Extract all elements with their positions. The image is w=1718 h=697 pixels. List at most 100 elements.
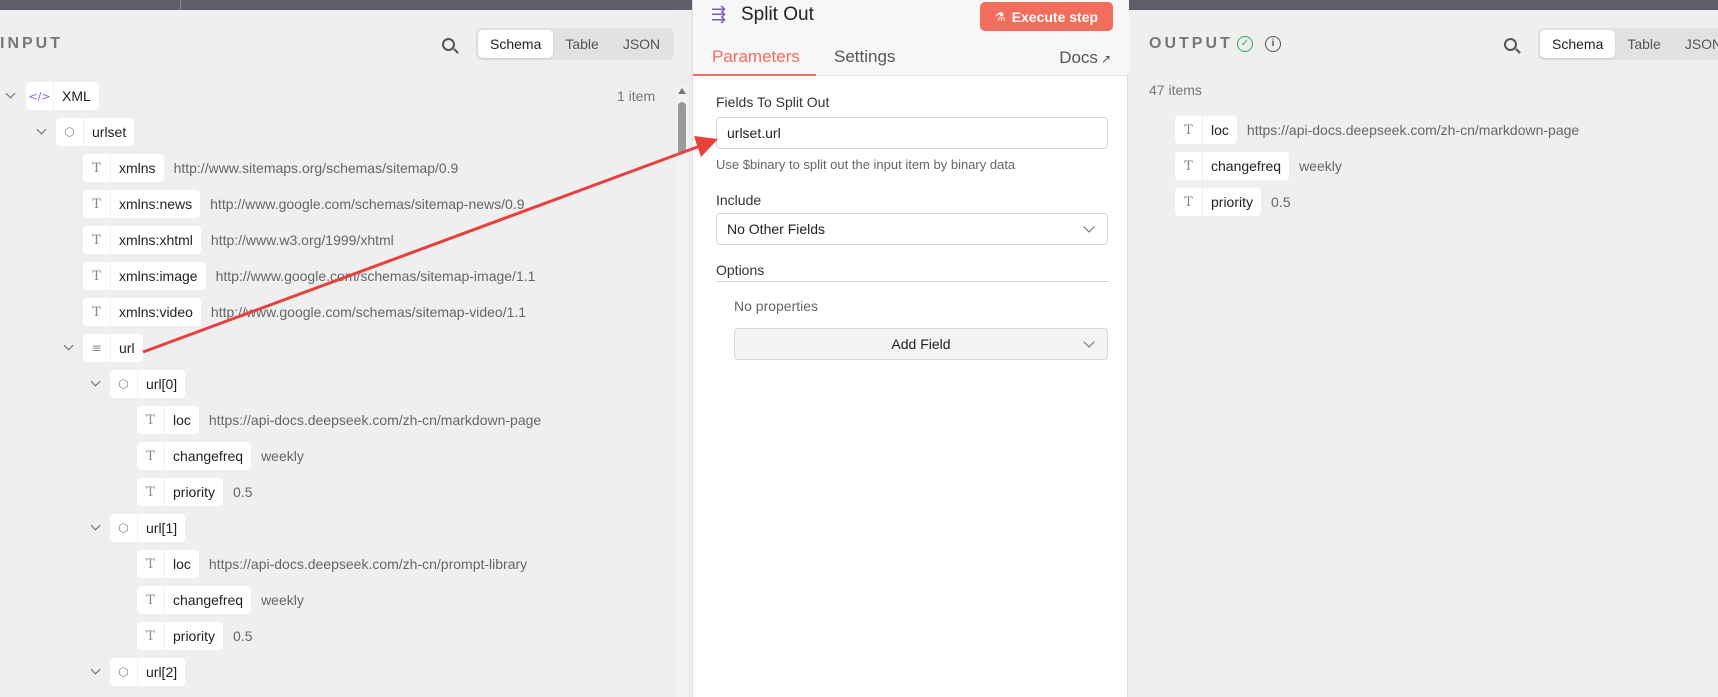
tree-field[interactable]: Tpriority 0.5 bbox=[137, 478, 252, 506]
tree-field[interactable]: Txmlns:news http://www.google.com/schema… bbox=[83, 190, 525, 218]
output-field[interactable]: Tchangefreq weekly bbox=[1175, 152, 1342, 180]
field-key: xmlns:video bbox=[119, 304, 193, 320]
field-value: http://www.sitemaps.org/schemas/sitemap/… bbox=[173, 160, 459, 176]
search-icon[interactable] bbox=[439, 35, 461, 57]
input-scrollbar[interactable] bbox=[676, 86, 688, 697]
text-type-icon: T bbox=[1175, 116, 1203, 144]
tree-field[interactable]: Txmlns http://www.sitemaps.org/schemas/s… bbox=[83, 154, 458, 182]
node-label: url[1] bbox=[146, 520, 178, 536]
text-type-icon: T bbox=[83, 298, 111, 326]
text-type-icon: T bbox=[83, 154, 111, 182]
output-title: OUTPUT bbox=[1149, 35, 1233, 52]
field-key: xmlns:news bbox=[119, 196, 193, 212]
tree-node-url-2[interactable]: ⬡ url[2] bbox=[110, 658, 186, 686]
top-bar-separator bbox=[180, 0, 181, 10]
info-icon[interactable]: i bbox=[1265, 36, 1281, 52]
output-item-count: 47 items bbox=[1149, 82, 1202, 98]
active-tab-indicator bbox=[693, 74, 816, 76]
fields-to-split-input[interactable]: urlset.url bbox=[716, 117, 1108, 149]
tab-schema[interactable]: Schema bbox=[478, 30, 554, 58]
text-type-icon: T bbox=[83, 262, 111, 290]
tab-schema[interactable]: Schema bbox=[1540, 30, 1616, 58]
text-type-icon: T bbox=[137, 478, 165, 506]
field-key: priority bbox=[173, 484, 216, 500]
tree-field[interactable]: Txmlns:image http://www.google.com/schem… bbox=[83, 262, 535, 290]
text-type-icon: T bbox=[137, 622, 165, 650]
input-title: INPUT bbox=[0, 35, 63, 52]
text-type-icon: T bbox=[137, 442, 165, 470]
tree-field[interactable]: Txmlns:xhtml http://www.w3.org/1999/xhtm… bbox=[83, 226, 394, 254]
tab-table[interactable]: Table bbox=[553, 30, 610, 58]
tab-settings[interactable]: Settings bbox=[834, 47, 895, 67]
tree-field[interactable]: Tpriority 0.5 bbox=[137, 622, 252, 650]
tree-node-xml[interactable]: </> XML bbox=[26, 82, 99, 110]
field-value: http://www.google.com/schemas/sitemap-vi… bbox=[210, 304, 527, 320]
tree-field[interactable]: Tloc https://api-docs.deepseek.com/zh-cn… bbox=[137, 406, 541, 434]
output-field[interactable]: Tloc https://api-docs.deepseek.com/zh-cn… bbox=[1175, 116, 1579, 144]
field-key: loc bbox=[173, 412, 191, 428]
chevron-down-icon[interactable] bbox=[91, 378, 101, 388]
object-icon: ⬡ bbox=[110, 514, 138, 542]
chevron-down-icon[interactable] bbox=[64, 342, 74, 352]
output-panel: OUTPUT ✓ i Schema Table JSON 47 items Tl… bbox=[1129, 10, 1718, 697]
chevron-down-icon[interactable] bbox=[6, 90, 16, 100]
add-field-label: Add Field bbox=[891, 336, 951, 352]
include-select[interactable]: No Other Fields bbox=[716, 213, 1108, 245]
tab-json[interactable]: JSON bbox=[611, 30, 672, 58]
output-field[interactable]: Tpriority 0.5 bbox=[1175, 188, 1290, 216]
field-key: loc bbox=[1211, 122, 1229, 138]
tree-node-url-1[interactable]: ⬡ url[1] bbox=[110, 514, 186, 542]
tree-node-url-0[interactable]: ⬡ url[0] bbox=[110, 370, 186, 398]
input-view-switch: Schema Table JSON bbox=[476, 28, 675, 60]
node-label: url[2] bbox=[146, 664, 178, 680]
scroll-thumb[interactable] bbox=[678, 102, 686, 154]
execute-step-label: Execute step bbox=[1011, 8, 1099, 25]
object-icon: ⬡ bbox=[110, 658, 138, 686]
search-icon[interactable] bbox=[1501, 35, 1523, 57]
node-label: url[0] bbox=[146, 376, 178, 392]
tree-field[interactable]: Tchangefreq weekly bbox=[137, 442, 304, 470]
field-value: https://api-docs.deepseek.com/zh-cn/prom… bbox=[208, 556, 528, 572]
node-label: XML bbox=[62, 88, 91, 104]
options-divider bbox=[716, 281, 1109, 282]
include-label: Include bbox=[716, 192, 762, 208]
xml-file-icon: </> bbox=[26, 82, 54, 110]
field-key: priority bbox=[173, 628, 216, 644]
tree-node-urlset[interactable]: ⬡ urlset bbox=[56, 118, 135, 146]
node-title[interactable]: Split Out bbox=[741, 4, 814, 26]
split-out-icon: ⇶ bbox=[711, 4, 727, 24]
object-icon: ⬡ bbox=[56, 118, 84, 146]
node-label: urlset bbox=[92, 124, 127, 140]
success-check-icon: ✓ bbox=[1237, 36, 1253, 52]
tab-parameters[interactable]: Parameters bbox=[712, 47, 800, 67]
text-type-icon: T bbox=[83, 190, 111, 218]
tree-field[interactable]: Tloc https://api-docs.deepseek.com/zh-cn… bbox=[137, 550, 527, 578]
text-type-icon: T bbox=[137, 550, 165, 578]
field-key: loc bbox=[173, 556, 191, 572]
tree-node-url[interactable]: ≡ url bbox=[83, 334, 143, 362]
node-header: ⇶ Split Out ⚗ Execute step Parameters Se… bbox=[693, 0, 1129, 76]
tree-field[interactable]: Tchangefreq weekly bbox=[137, 586, 304, 614]
external-link-icon: ↗ bbox=[1100, 52, 1111, 66]
add-field-button[interactable]: Add Field bbox=[734, 328, 1108, 360]
node-settings-panel: ⇶ Split Out ⚗ Execute step Parameters Se… bbox=[692, 0, 1129, 697]
scroll-up-arrow-icon[interactable] bbox=[678, 88, 686, 94]
chevron-down-icon[interactable] bbox=[91, 666, 101, 676]
docs-link[interactable]: Docs ↗ bbox=[1059, 48, 1111, 68]
field-key: changefreq bbox=[1211, 158, 1282, 174]
tab-table[interactable]: Table bbox=[1615, 30, 1672, 58]
tab-json[interactable]: JSON bbox=[1673, 30, 1718, 58]
item-count: 1 item bbox=[617, 88, 656, 104]
field-value: 0.5 bbox=[1271, 194, 1291, 210]
chevron-down-icon[interactable] bbox=[37, 126, 47, 136]
field-key: xmlns bbox=[119, 160, 156, 176]
chevron-down-icon[interactable] bbox=[91, 522, 101, 532]
tree-field[interactable]: Txmlns:video http://www.google.com/schem… bbox=[83, 298, 526, 326]
field-value: weekly bbox=[1299, 158, 1342, 174]
field-key: xmlns:image bbox=[119, 268, 198, 284]
field-value: weekly bbox=[261, 592, 304, 608]
options-label: Options bbox=[716, 262, 765, 278]
execute-step-button[interactable]: ⚗ Execute step bbox=[980, 2, 1113, 31]
field-key: priority bbox=[1211, 194, 1254, 210]
field-value: https://api-docs.deepseek.com/zh-cn/mark… bbox=[1246, 122, 1580, 138]
